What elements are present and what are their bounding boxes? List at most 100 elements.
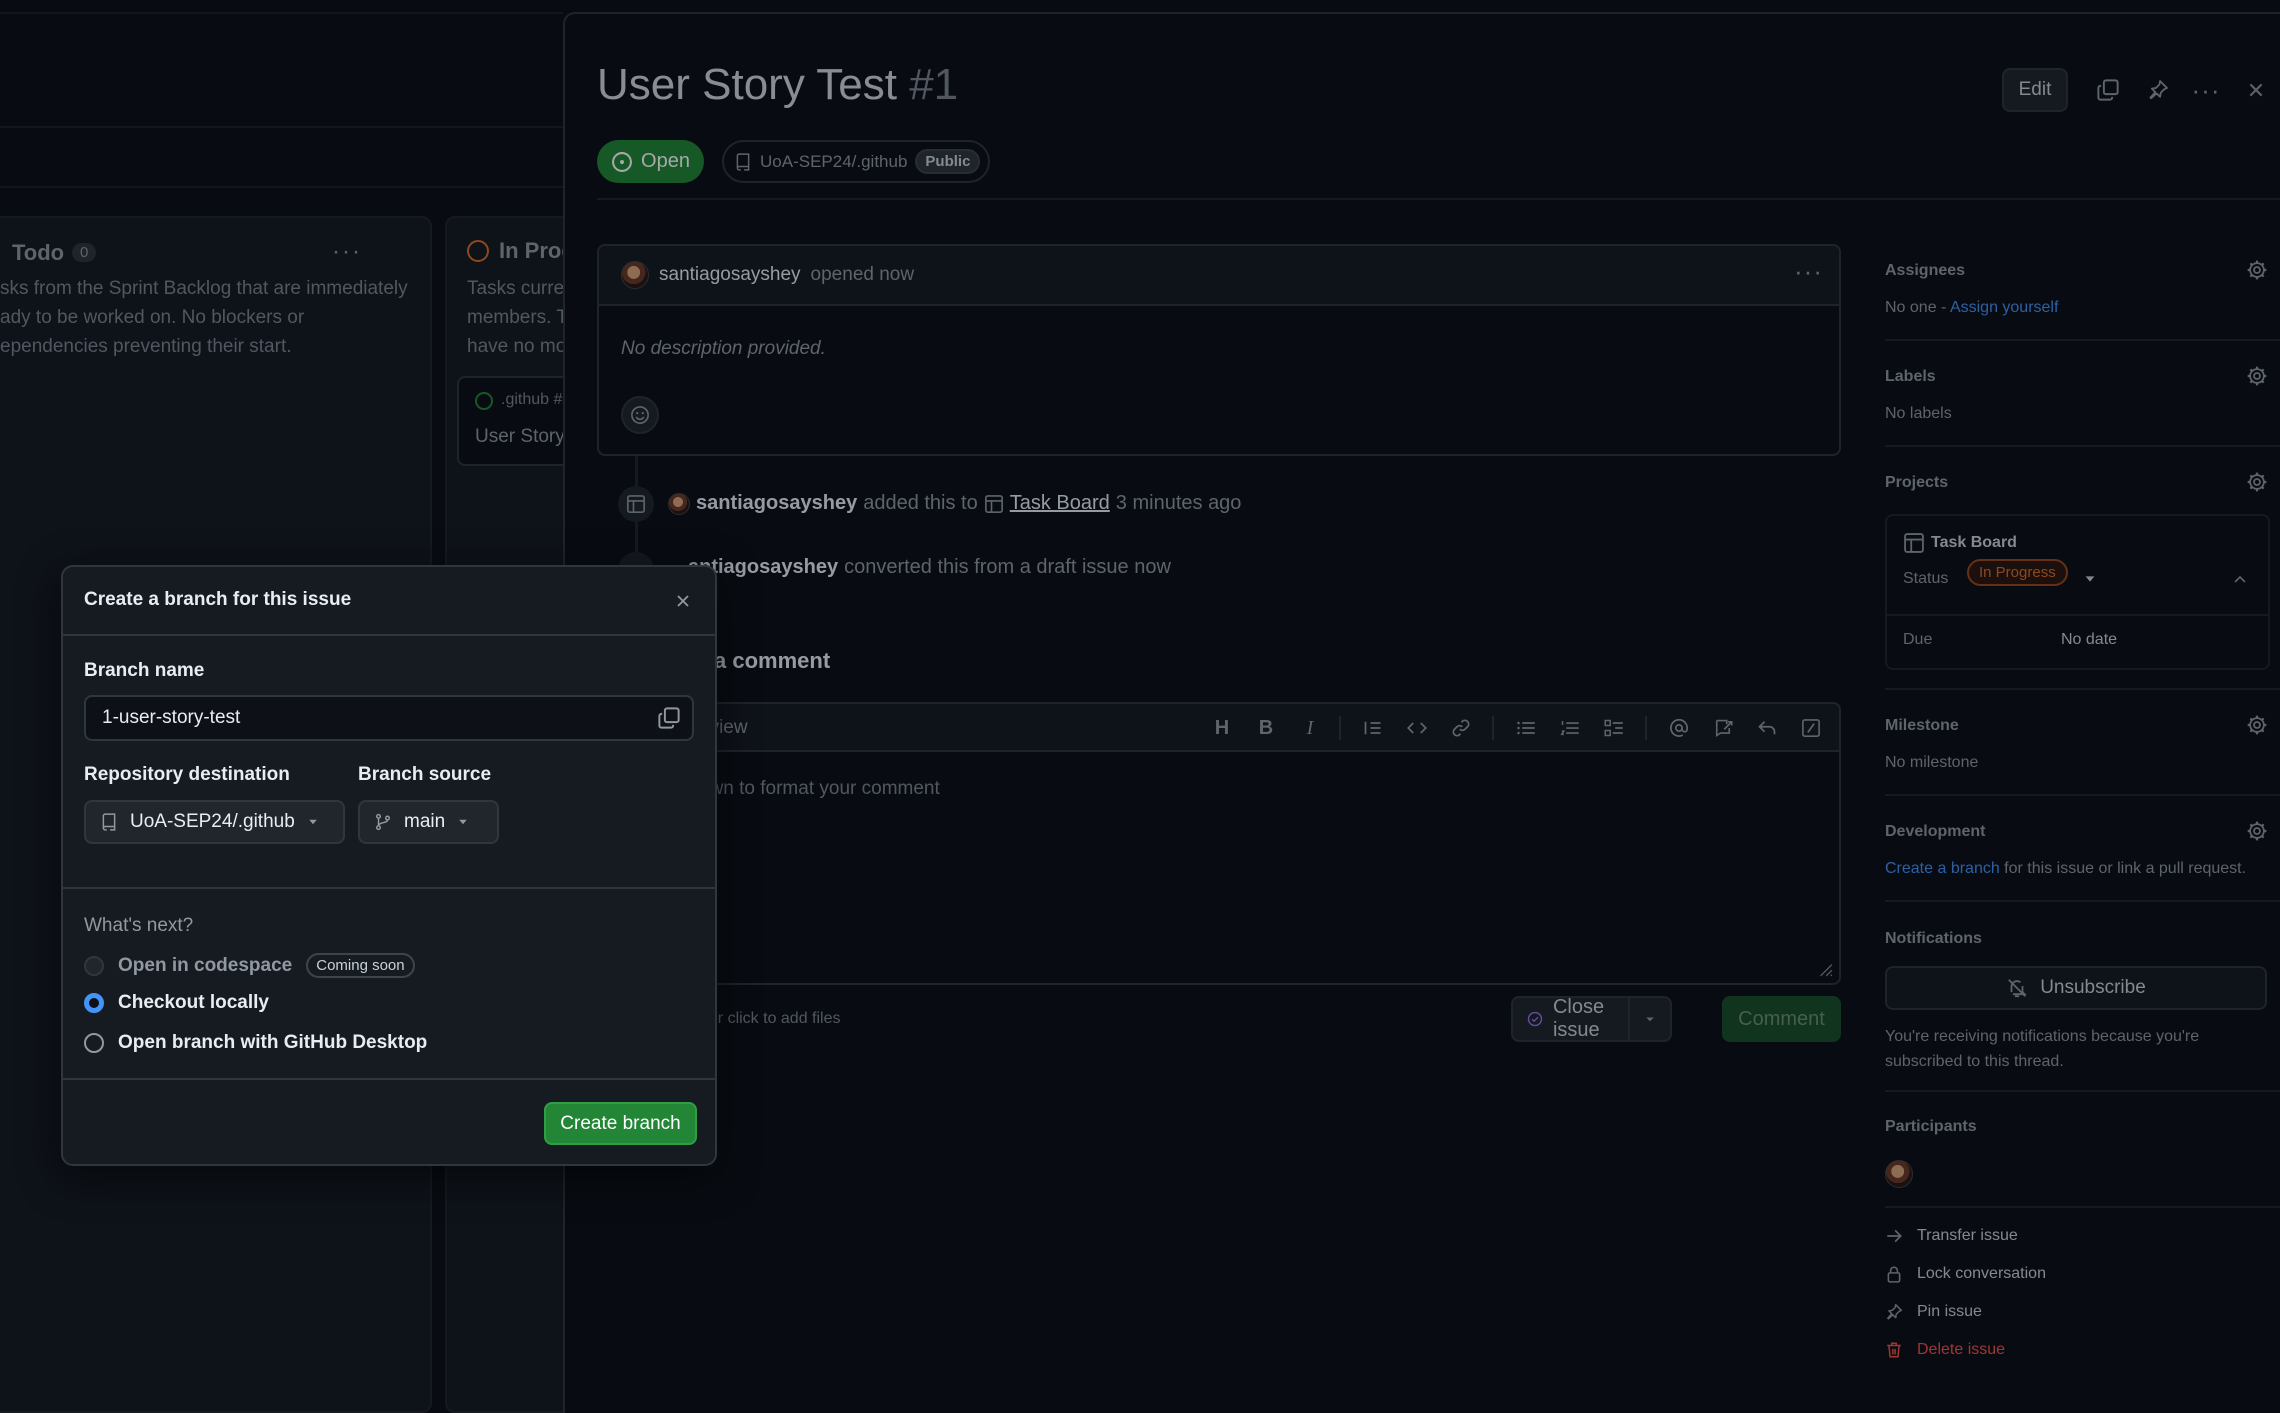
repo-name: UoA-SEP24/.github bbox=[760, 151, 908, 171]
option-checkout-locally[interactable]: Checkout locally bbox=[84, 992, 269, 1014]
development-text: for this issue or link a pull request. bbox=[1999, 860, 2247, 877]
column-menu-icon[interactable]: ··· bbox=[332, 238, 362, 266]
option-github-desktop[interactable]: Open branch with GitHub Desktop bbox=[84, 1032, 427, 1054]
sidebar-divider bbox=[1885, 445, 2280, 447]
repository-destination-select[interactable]: UoA-SEP24/.github bbox=[84, 800, 345, 844]
branch-source-select[interactable]: main bbox=[358, 800, 499, 844]
trash-icon bbox=[1887, 1342, 1901, 1358]
transfer-issue-action[interactable]: Transfer issue bbox=[1885, 1227, 2018, 1245]
assign-yourself-link[interactable]: Assign yourself bbox=[1950, 299, 2059, 316]
due-value[interactable]: No date bbox=[2061, 631, 2117, 649]
issue-title-text: User Story Test bbox=[597, 60, 897, 109]
project-name[interactable]: Task Board bbox=[1931, 534, 2017, 552]
repo-icon bbox=[736, 152, 750, 171]
create-branch-button[interactable]: Create branch bbox=[544, 1102, 697, 1145]
notifications-note: You're receiving notifications because y… bbox=[1885, 1024, 2199, 1074]
timeline-event-converted: antiagosayshey converted this from a dra… bbox=[688, 556, 1171, 579]
note-line: You're receiving notifications because y… bbox=[1885, 1028, 2200, 1045]
open-issue-icon bbox=[475, 392, 493, 410]
pin-issue-action[interactable]: Pin issue bbox=[1885, 1303, 1982, 1321]
avatar[interactable] bbox=[668, 492, 690, 515]
bell-slash-icon bbox=[2008, 979, 2027, 998]
comment-menu-icon[interactable]: ··· bbox=[1794, 256, 1823, 287]
italic-icon[interactable]: I bbox=[1298, 716, 1322, 740]
close-issue-button[interactable]: Close issue bbox=[1513, 996, 1630, 1041]
option-label: Open branch with GitHub Desktop bbox=[118, 1032, 428, 1053]
heading-icon[interactable]: H bbox=[1210, 716, 1234, 740]
radio-button[interactable] bbox=[84, 993, 104, 1013]
development-heading: Development bbox=[1885, 823, 1986, 840]
task-list-icon[interactable] bbox=[1602, 716, 1626, 740]
participant-avatar[interactable] bbox=[1885, 1160, 1913, 1188]
repository-chip[interactable]: UoA-SEP24/.github Public bbox=[722, 140, 991, 183]
status-value[interactable]: In Progress bbox=[1967, 559, 2068, 586]
mention-icon[interactable] bbox=[1667, 716, 1691, 740]
visibility-badge: Public bbox=[915, 149, 981, 174]
comment-button[interactable]: Comment bbox=[1722, 996, 1841, 1042]
comment-body: No description provided. bbox=[621, 338, 826, 359]
dialog-title: Create a branch for this issue bbox=[84, 589, 352, 610]
create-branch-link[interactable]: Create a branch bbox=[1885, 860, 2000, 877]
more-options-icon[interactable]: ··· bbox=[2188, 72, 2224, 108]
description-line: sks from the Sprint Backlog that are imm… bbox=[0, 278, 408, 299]
unsubscribe-button[interactable]: Unsubscribe bbox=[1885, 966, 2267, 1010]
editor-toolbar: eview H B I bbox=[599, 704, 1839, 752]
status-label: Status bbox=[1903, 570, 1949, 587]
dialog-divider bbox=[63, 1078, 715, 1080]
lock-conversation-action[interactable]: Lock conversation bbox=[1885, 1265, 2046, 1283]
unordered-list-icon[interactable] bbox=[1514, 716, 1538, 740]
copy-icon[interactable] bbox=[656, 705, 682, 731]
issue-body-comment: santiagosayshey opened now ··· No descri… bbox=[597, 244, 1841, 456]
avatar[interactable] bbox=[621, 261, 649, 289]
link-icon[interactable] bbox=[1449, 716, 1473, 740]
column-count: 0 bbox=[72, 243, 97, 262]
project-table-icon bbox=[618, 486, 654, 522]
chevron-down-icon bbox=[309, 819, 317, 825]
card-repo: .github # bbox=[501, 391, 563, 408]
edit-button[interactable]: Edit bbox=[2002, 68, 2068, 112]
bold-icon[interactable]: B bbox=[1254, 716, 1278, 740]
issue-state-badge: Open bbox=[597, 140, 704, 183]
labels-heading: Labels bbox=[1885, 368, 1936, 385]
action-label: Lock conversation bbox=[1917, 1265, 2046, 1282]
coming-soon-badge: Coming soon bbox=[306, 953, 415, 978]
copy-link-icon[interactable] bbox=[2090, 72, 2126, 108]
gear-icon[interactable] bbox=[2246, 365, 2268, 387]
assignees-heading: Assignees bbox=[1885, 262, 1966, 279]
comment-header: santiagosayshey opened now ··· bbox=[599, 246, 1839, 306]
repository-destination-value: UoA-SEP24/.github bbox=[130, 811, 295, 832]
repo-icon bbox=[102, 813, 116, 831]
reply-icon[interactable] bbox=[1755, 716, 1779, 740]
close-icon[interactable] bbox=[671, 589, 695, 613]
chevron-up-icon[interactable] bbox=[2232, 572, 2248, 588]
open-issue-icon bbox=[612, 151, 632, 172]
add-reaction-icon[interactable] bbox=[621, 396, 659, 434]
pin-icon[interactable] bbox=[2140, 72, 2176, 108]
quote-icon[interactable] bbox=[1361, 716, 1385, 740]
status-dropdown-icon[interactable] bbox=[2083, 572, 2097, 586]
editor-placeholder[interactable]: own to format your comment bbox=[699, 778, 940, 800]
labels-value: No labels bbox=[1885, 405, 1952, 422]
code-icon[interactable] bbox=[1405, 716, 1429, 740]
slash-command-icon[interactable] bbox=[1799, 716, 1823, 740]
action-label: Delete issue bbox=[1917, 1341, 2006, 1358]
reference-icon[interactable] bbox=[1711, 716, 1735, 740]
ordered-list-icon[interactable] bbox=[1558, 716, 1582, 740]
resize-handle-icon[interactable] bbox=[1815, 959, 1833, 977]
sidebar-divider bbox=[1885, 1090, 2280, 1092]
task-board-link[interactable]: Task Board bbox=[1010, 492, 1110, 515]
gear-icon[interactable] bbox=[2246, 714, 2268, 736]
gear-icon[interactable] bbox=[2246, 471, 2268, 493]
gear-icon[interactable] bbox=[2246, 820, 2268, 842]
radio-button[interactable] bbox=[84, 1033, 104, 1053]
timeline-user[interactable]: santiagosayshey bbox=[696, 492, 857, 515]
delete-issue-action[interactable]: Delete issue bbox=[1885, 1341, 2005, 1359]
board-top-border bbox=[0, 12, 563, 14]
attach-files-hint[interactable]: , or click to add files bbox=[700, 1010, 841, 1028]
comment-author[interactable]: santiagosayshey bbox=[659, 264, 801, 286]
branch-name-input[interactable]: 1-user-story-test bbox=[84, 695, 694, 741]
note-line: subscribed to this thread. bbox=[1885, 1053, 2064, 1070]
close-panel-icon[interactable] bbox=[2238, 72, 2274, 108]
close-issue-dropdown-icon[interactable] bbox=[1630, 1013, 1670, 1025]
gear-icon[interactable] bbox=[2246, 259, 2268, 281]
